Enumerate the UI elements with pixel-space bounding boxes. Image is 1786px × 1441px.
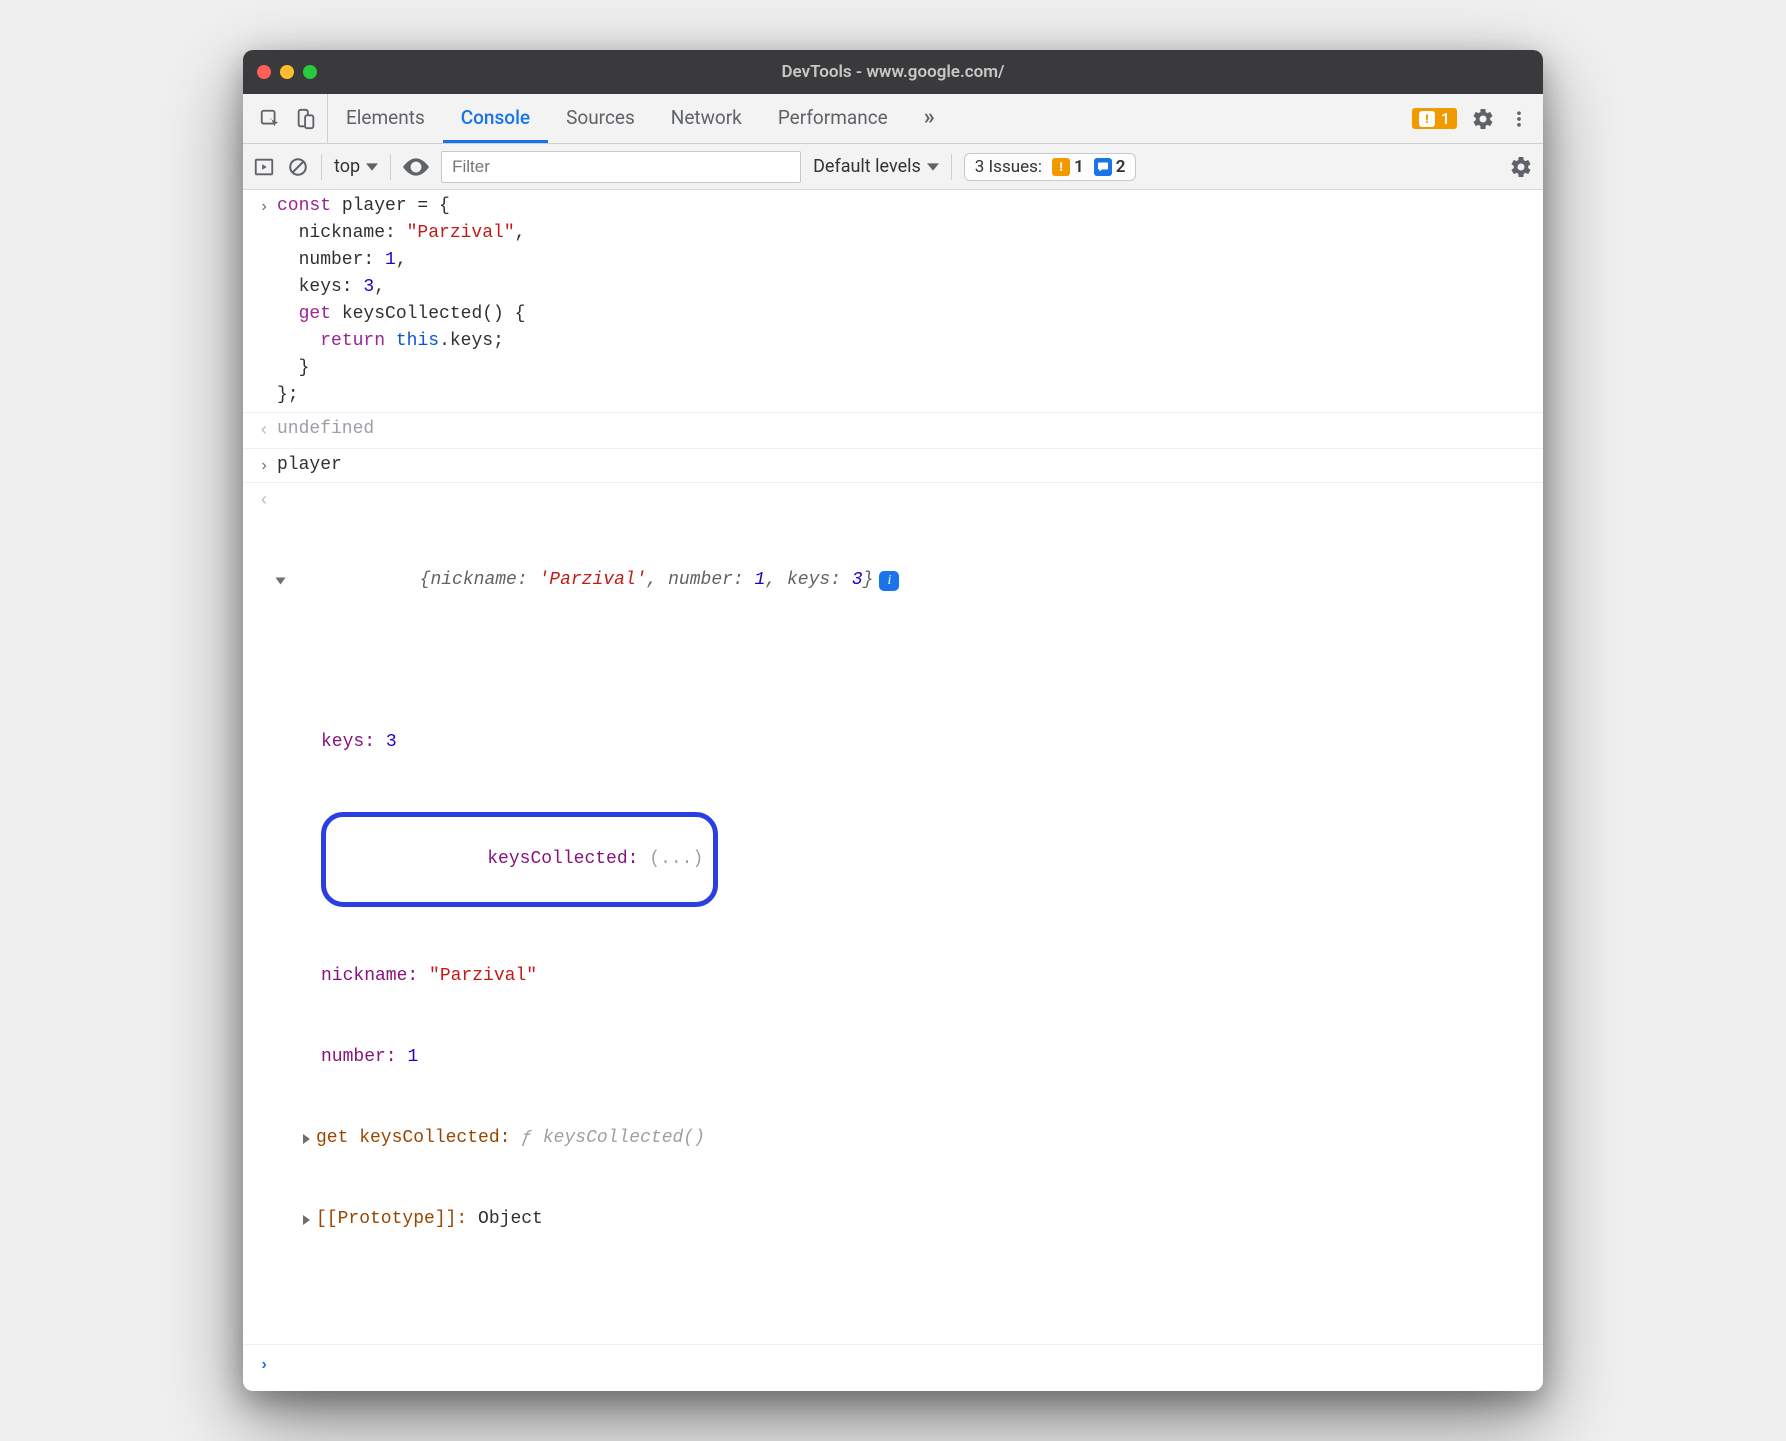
window-titlebar: DevTools - www.google.com/ bbox=[243, 50, 1543, 94]
clear-console-icon[interactable] bbox=[287, 156, 309, 178]
disclosure-triangle-icon[interactable] bbox=[276, 577, 286, 584]
settings-icon[interactable] bbox=[1471, 107, 1495, 131]
output-chevron-icon bbox=[251, 486, 277, 515]
filter-input[interactable] bbox=[441, 151, 801, 183]
panel-tabs: Elements Console Sources Network Perform… bbox=[328, 94, 949, 143]
log-levels-selector[interactable]: Default levels bbox=[813, 156, 939, 177]
tabs-row: Elements Console Sources Network Perform… bbox=[243, 94, 1543, 144]
prop-keysCollected[interactable]: keysCollected: (...) bbox=[321, 812, 1533, 907]
prop-number[interactable]: number: 1 bbox=[321, 1044, 1533, 1071]
close-window-button[interactable] bbox=[257, 65, 271, 79]
issues-info-badge: 2 bbox=[1094, 157, 1126, 177]
toggle-sidebar-icon[interactable] bbox=[253, 156, 275, 178]
prop-prototype[interactable]: [[Prototype]]: Object bbox=[303, 1206, 1533, 1233]
tabs-overflow[interactable]: » bbox=[906, 94, 949, 143]
input-chevron-icon: › bbox=[251, 193, 277, 219]
issues-warn-badge: !1 bbox=[1052, 157, 1084, 177]
info-badge-icon[interactable]: i bbox=[879, 571, 899, 591]
context-selector[interactable]: top bbox=[334, 156, 378, 177]
undefined-text: undefined bbox=[277, 416, 1533, 443]
maximize-window-button[interactable] bbox=[303, 65, 317, 79]
prop-nickname[interactable]: nickname: "Parzival" bbox=[321, 963, 1533, 990]
tab-network[interactable]: Network bbox=[653, 94, 760, 143]
warnings-badge[interactable]: 1 bbox=[1412, 108, 1457, 129]
console-input-block[interactable]: › const player = { nickname: "Parzival",… bbox=[243, 190, 1543, 413]
tab-console[interactable]: Console bbox=[443, 94, 548, 143]
disclosure-triangle-icon[interactable] bbox=[303, 1134, 310, 1144]
window-controls bbox=[257, 65, 317, 79]
prompt-chevron-icon: › bbox=[251, 1351, 277, 1377]
tab-sources[interactable]: Sources bbox=[548, 94, 653, 143]
input-chevron-icon: › bbox=[251, 452, 277, 478]
tab-performance[interactable]: Performance bbox=[760, 94, 906, 143]
object-output[interactable]: {nickname: 'Parzival', number: 1, keys: … bbox=[277, 486, 1533, 1341]
issues-label: 3 Issues: bbox=[975, 157, 1042, 177]
console-prompt[interactable]: › bbox=[243, 1344, 1543, 1391]
object-summary-line[interactable]: {nickname: 'Parzival', number: 1, keys: … bbox=[277, 540, 1533, 621]
live-expression-icon[interactable] bbox=[403, 157, 429, 177]
output-chevron-icon bbox=[251, 416, 277, 445]
devtools-window: DevTools - www.google.com/ Elements Cons… bbox=[243, 50, 1543, 1391]
console-settings-icon[interactable] bbox=[1509, 155, 1533, 179]
prop-getter[interactable]: get keysCollected: ƒ keysCollected() bbox=[303, 1125, 1533, 1152]
window-title: DevTools - www.google.com/ bbox=[243, 62, 1543, 82]
player-input-text: player bbox=[277, 452, 1533, 479]
device-toolbar-icon[interactable] bbox=[295, 108, 317, 130]
more-menu-icon[interactable] bbox=[1509, 107, 1529, 131]
inspect-element-icon[interactable] bbox=[259, 108, 281, 130]
console-input-player[interactable]: › player bbox=[243, 449, 1543, 483]
console-output-object: {nickname: 'Parzival', number: 1, keys: … bbox=[243, 483, 1543, 1344]
tab-elements[interactable]: Elements bbox=[328, 94, 443, 143]
console-body: › const player = { nickname: "Parzival",… bbox=[243, 190, 1543, 1391]
console-toolbar: top Default levels 3 Issues: !1 2 bbox=[243, 144, 1543, 190]
input-code: const player = { nickname: "Parzival", n… bbox=[277, 193, 1533, 409]
disclosure-triangle-icon[interactable] bbox=[303, 1215, 310, 1225]
issues-chip[interactable]: 3 Issues: !1 2 bbox=[964, 153, 1137, 181]
minimize-window-button[interactable] bbox=[280, 65, 294, 79]
prop-keys[interactable]: keys: 3 bbox=[321, 729, 1533, 756]
highlight-annotation: keysCollected: (...) bbox=[321, 812, 718, 907]
console-output-undefined: undefined bbox=[243, 413, 1543, 449]
